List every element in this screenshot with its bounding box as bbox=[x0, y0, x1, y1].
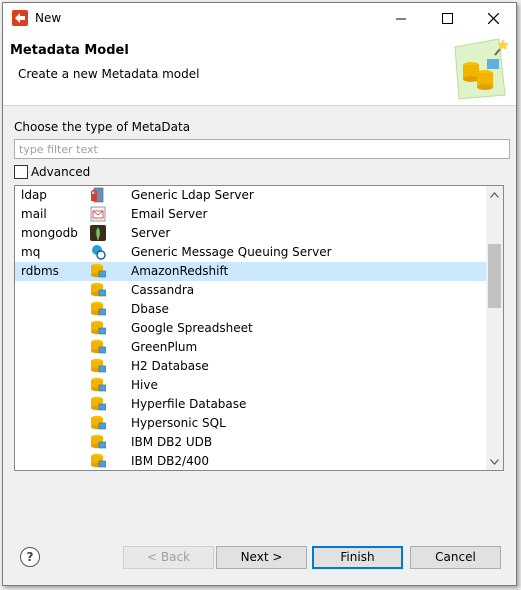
talend-app-icon bbox=[12, 10, 28, 26]
metadata-type-name: Generic Message Queuing Server bbox=[131, 245, 332, 259]
list-item[interactable]: IBM DB2/400 bbox=[15, 452, 486, 470]
finish-button[interactable]: Finish bbox=[312, 546, 403, 569]
database-icon bbox=[91, 263, 106, 278]
database-icon bbox=[91, 396, 106, 411]
choose-type-label: Choose the type of MetaData bbox=[14, 120, 191, 134]
category-label: mq bbox=[21, 245, 41, 259]
list-item[interactable]: rdbms AmazonRedshift bbox=[15, 262, 486, 281]
maximize-icon bbox=[441, 12, 453, 24]
database-icon bbox=[91, 377, 106, 392]
database-icon bbox=[91, 453, 106, 468]
chevron-down-icon bbox=[490, 458, 499, 465]
metadata-type-name: IBM DB2/400 bbox=[131, 454, 209, 468]
help-icon[interactable]: ? bbox=[20, 547, 40, 567]
metadata-type-name: IBM DB2 UDB bbox=[131, 435, 213, 449]
scroll-thumb[interactable] bbox=[488, 244, 501, 308]
close-icon bbox=[487, 12, 499, 24]
scroll-up-button[interactable] bbox=[486, 186, 503, 203]
database-icon bbox=[91, 434, 106, 449]
database-icon bbox=[91, 282, 106, 297]
database-icon bbox=[91, 358, 106, 373]
page-title: Metadata Model bbox=[10, 43, 129, 58]
list-item[interactable]: ldap Generic Ldap Server bbox=[15, 186, 486, 205]
list-item[interactable]: Hypersonic SQL bbox=[15, 414, 486, 433]
category-label: rdbms bbox=[21, 264, 59, 278]
metadata-wizard-icon bbox=[454, 38, 509, 100]
metadata-type-name: Dbase bbox=[131, 302, 169, 316]
filter-input[interactable] bbox=[14, 139, 510, 159]
cancel-button[interactable]: Cancel bbox=[410, 546, 501, 569]
metadata-type-name: Google Spreadsheet bbox=[131, 321, 253, 335]
database-icon bbox=[91, 339, 106, 354]
metadata-type-name: Generic Ldap Server bbox=[131, 188, 254, 202]
list-item[interactable]: mongodb Server bbox=[15, 224, 486, 243]
metadata-type-name: Server bbox=[131, 226, 171, 240]
advanced-label: Advanced bbox=[31, 165, 91, 179]
window-title: New bbox=[35, 11, 62, 25]
list-item[interactable]: Hyperfile Database bbox=[15, 395, 486, 414]
metadata-type-name: GreenPlum bbox=[131, 340, 198, 354]
close-button[interactable] bbox=[470, 3, 516, 33]
category-label: ldap bbox=[21, 188, 47, 202]
email-server-icon bbox=[90, 206, 106, 222]
minimize-icon bbox=[395, 18, 406, 19]
list-item[interactable]: mq Generic Message Queuing Server bbox=[15, 243, 486, 262]
back-button[interactable]: < Back bbox=[123, 546, 214, 569]
metadata-type-name: AmazonRedshift bbox=[131, 264, 229, 278]
page-description: Create a new Metadata model bbox=[18, 67, 200, 81]
database-icon bbox=[91, 415, 106, 430]
minimize-button[interactable] bbox=[378, 3, 424, 33]
list-item[interactable]: IBM DB2 UDB bbox=[15, 433, 486, 452]
list-item[interactable]: Dbase bbox=[15, 300, 486, 319]
next-button[interactable]: Next > bbox=[216, 546, 307, 569]
list-item[interactable]: Cassandra bbox=[15, 281, 486, 300]
mongodb-leaf-icon bbox=[90, 225, 106, 241]
list-item[interactable]: mail Email Server bbox=[15, 205, 486, 224]
maximize-button[interactable] bbox=[424, 3, 470, 33]
new-wizard-dialog: New Metadata Model Create a new Metadata… bbox=[2, 2, 517, 586]
database-icon bbox=[91, 320, 106, 335]
title-bar: New bbox=[3, 3, 516, 33]
list-item[interactable]: H2 Database bbox=[15, 357, 486, 376]
metadata-type-name: Hyperfile Database bbox=[131, 397, 247, 411]
advanced-checkbox[interactable] bbox=[14, 165, 28, 179]
list-item[interactable]: GreenPlum bbox=[15, 338, 486, 357]
metadata-type-name: H2 Database bbox=[131, 359, 209, 373]
category-label: mongodb bbox=[21, 226, 78, 240]
metadata-type-list[interactable]: ldap Generic Ldap Server mail Email Server m… bbox=[14, 185, 504, 471]
metadata-type-name: Hypersonic SQL bbox=[131, 416, 226, 430]
metadata-type-name: Hive bbox=[131, 378, 158, 392]
wizard-header: Metadata Model Create a new Metadata mod… bbox=[3, 33, 516, 106]
scroll-down-button[interactable] bbox=[486, 453, 503, 470]
chevron-up-icon bbox=[490, 191, 499, 198]
list-item[interactable]: Hive bbox=[15, 376, 486, 395]
ldap-server-icon bbox=[90, 187, 104, 203]
database-icon bbox=[91, 301, 106, 316]
list-scrollbar[interactable] bbox=[486, 186, 503, 470]
mq-server-icon bbox=[92, 245, 106, 260]
list-item[interactable]: Google Spreadsheet bbox=[15, 319, 486, 338]
metadata-type-name: Cassandra bbox=[131, 283, 195, 297]
metadata-type-name: Email Server bbox=[131, 207, 208, 221]
category-label: mail bbox=[21, 207, 47, 221]
